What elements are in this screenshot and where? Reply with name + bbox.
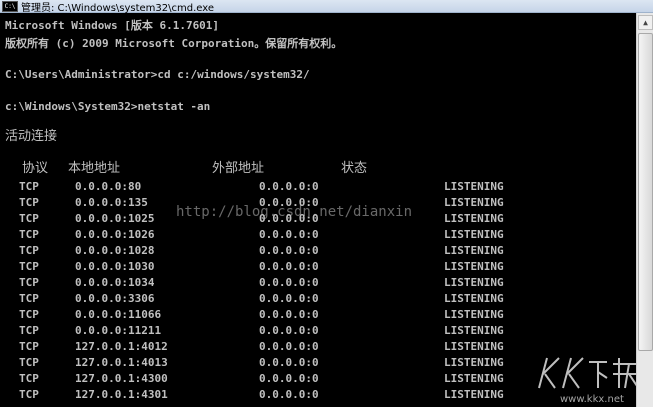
row-local-address: 0.0.0.0:11211 xyxy=(75,324,162,337)
row-foreign-address: 0.0.0.0:0 xyxy=(259,340,319,353)
row-foreign-address: 0.0.0.0:0 xyxy=(259,308,319,321)
banner-version: Microsoft Windows [版本 6.1.7601] xyxy=(5,19,220,32)
row-protocol: TCP xyxy=(19,180,39,193)
row-state: LISTENING xyxy=(444,292,504,305)
row-state: LISTENING xyxy=(444,324,504,337)
row-foreign-address: 0.0.0.0:0 xyxy=(259,388,319,401)
window-title: 管理员: C:\Windows\system32\cmd.exe xyxy=(21,3,215,14)
row-state: LISTENING xyxy=(444,388,504,401)
row-state: LISTENING xyxy=(444,244,504,257)
row-state: LISTENING xyxy=(444,356,504,369)
row-local-address: 0.0.0.0:1030 xyxy=(75,260,155,273)
row-state: LISTENING xyxy=(444,276,504,289)
row-local-address: 0.0.0.0:1026 xyxy=(75,228,155,241)
scroll-up-icon[interactable]: ▲ xyxy=(638,15,653,30)
row-local-address: 0.0.0.0:80 xyxy=(75,180,142,193)
section-title: 活动连接 xyxy=(5,129,58,144)
command-text-2: netstat -an xyxy=(137,100,211,113)
watermark-url: http://blog.csdn.net/dianxin xyxy=(176,204,413,220)
row-protocol: TCP xyxy=(19,324,39,337)
row-protocol: TCP xyxy=(19,244,39,257)
row-local-address: 0.0.0.0:3306 xyxy=(75,292,155,305)
row-local-address: 127.0.0.1:4301 xyxy=(75,388,168,401)
header-protocol: 协议 xyxy=(22,161,49,176)
prompt-2: c:\Windows\System32> xyxy=(5,100,138,113)
row-state: LISTENING xyxy=(444,340,504,353)
command-text-1: cd c:/windows/system32/ xyxy=(157,68,310,81)
row-foreign-address: 0.0.0.0:0 xyxy=(259,372,319,385)
kk-logo xyxy=(538,357,638,389)
row-protocol: TCP xyxy=(19,292,39,305)
row-protocol: TCP xyxy=(19,276,39,289)
row-state: LISTENING xyxy=(444,228,504,241)
row-state: LISTENING xyxy=(444,196,504,209)
row-local-address: 0.0.0.0:1025 xyxy=(75,212,155,225)
row-state: LISTENING xyxy=(444,180,504,193)
banner-copyright: 版权所有 (c) 2009 Microsoft Corporation。保留所有… xyxy=(5,37,343,50)
row-foreign-address: 0.0.0.0:0 xyxy=(259,228,319,241)
row-foreign-address: 0.0.0.0:0 xyxy=(259,260,319,273)
prompt-1: C:\Users\Administrator> xyxy=(5,68,158,81)
command-line-1: C:\Users\Administrator>cd c:/windows/sys… xyxy=(5,68,310,82)
row-local-address: 0.0.0.0:1034 xyxy=(75,276,155,289)
cmd-icon: C:\ xyxy=(2,1,18,12)
row-protocol: TCP xyxy=(19,212,39,225)
row-state: LISTENING xyxy=(444,212,504,225)
row-protocol: TCP xyxy=(19,308,39,321)
row-foreign-address: 0.0.0.0:0 xyxy=(259,356,319,369)
row-protocol: TCP xyxy=(19,388,39,401)
row-local-address: 0.0.0.0:1028 xyxy=(75,244,155,257)
command-line-2: c:\Windows\System32>netstat -an xyxy=(5,100,210,114)
kk-site-url: www.kkx.net xyxy=(560,394,624,405)
row-protocol: TCP xyxy=(19,372,39,385)
title-bar[interactable]: C:\ 管理员: C:\Windows\system32\cmd.exe xyxy=(0,0,653,14)
row-local-address: 127.0.0.1:4012 xyxy=(75,340,168,353)
row-protocol: TCP xyxy=(19,196,39,209)
row-foreign-address: 0.0.0.0:0 xyxy=(259,244,319,257)
row-protocol: TCP xyxy=(19,340,39,353)
header-state: 状态 xyxy=(341,161,368,176)
row-foreign-address: 0.0.0.0:0 xyxy=(259,276,319,289)
vertical-scrollbar[interactable]: ▲ xyxy=(636,13,653,407)
row-state: LISTENING xyxy=(444,372,504,385)
row-local-address: 127.0.0.1:4013 xyxy=(75,356,168,369)
row-foreign-address: 0.0.0.0:0 xyxy=(259,180,319,193)
row-protocol: TCP xyxy=(19,228,39,241)
row-local-address: 0.0.0.0:11066 xyxy=(75,308,162,321)
row-foreign-address: 0.0.0.0:0 xyxy=(259,324,319,337)
row-local-address: 0.0.0.0:135 xyxy=(75,196,148,209)
row-state: LISTENING xyxy=(444,260,504,273)
row-protocol: TCP xyxy=(19,260,39,273)
row-protocol: TCP xyxy=(19,356,39,369)
header-local-address: 本地地址 xyxy=(68,161,121,176)
row-local-address: 127.0.0.1:4300 xyxy=(75,372,168,385)
scroll-thumb[interactable] xyxy=(638,33,653,351)
header-foreign-address: 外部地址 xyxy=(212,161,265,176)
row-foreign-address: 0.0.0.0:0 xyxy=(259,292,319,305)
row-state: LISTENING xyxy=(444,308,504,321)
